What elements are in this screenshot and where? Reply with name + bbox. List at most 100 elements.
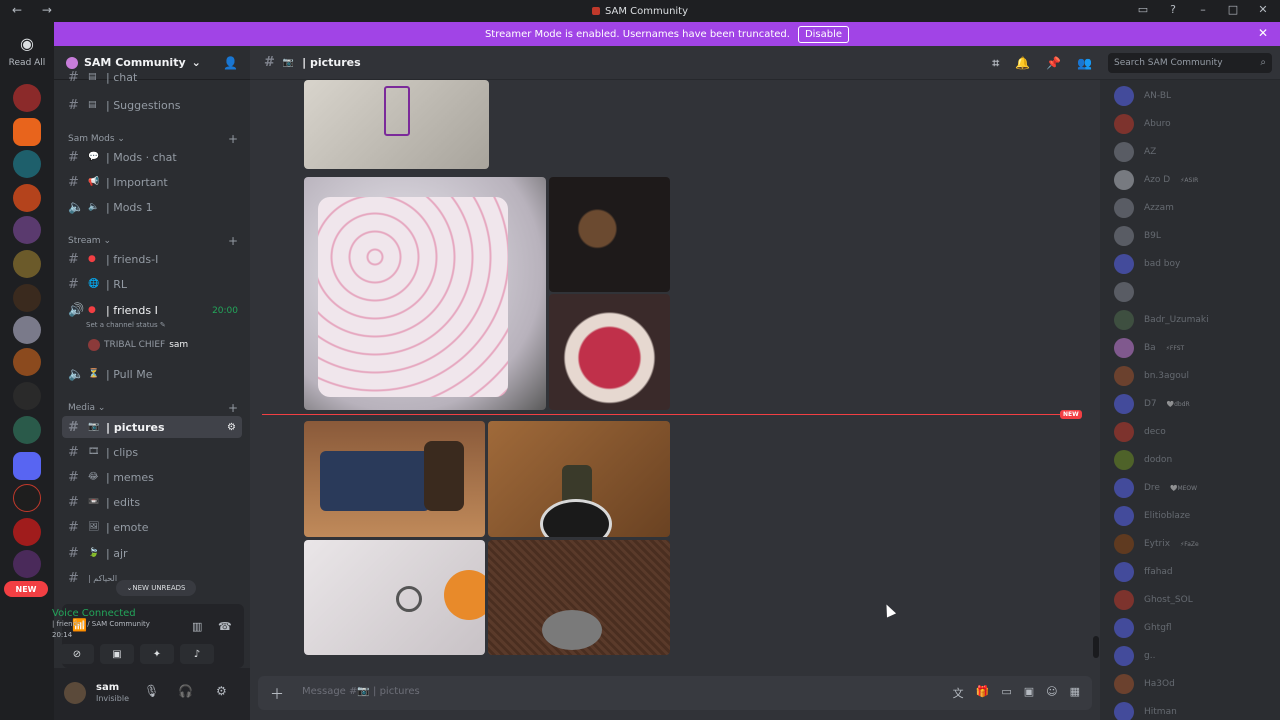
sticker-icon[interactable]: ▣ xyxy=(1024,685,1034,701)
member-row[interactable]: Azzam xyxy=(1114,196,1174,220)
microphone-icon[interactable]: 🎙 xyxy=(144,684,159,698)
soundboard-button[interactable]: ♪ xyxy=(180,644,214,664)
new-unreads-button[interactable]: ⌄ NEW UNREADS xyxy=(116,580,196,596)
gift-icon[interactable]: 🎁 xyxy=(976,685,990,701)
channel-memes[interactable]: # 😂 | memes xyxy=(62,466,242,488)
server-icon[interactable] xyxy=(13,284,41,312)
member-row[interactable]: Ghtgfl xyxy=(1114,616,1172,640)
inbox-icon[interactable]: ▭ xyxy=(1136,3,1150,16)
member-row[interactable]: Badr_Uzumaki xyxy=(1114,308,1209,332)
new-badge[interactable]: NEW xyxy=(4,581,48,597)
channel-ajr[interactable]: # 🍃 | ajr xyxy=(62,542,242,564)
member-row[interactable]: AZ xyxy=(1114,140,1156,164)
message-input[interactable]: ＋ Message #📷 | pictures 文 🎁 ▭ ▣ ☺ ▦ xyxy=(258,676,1092,710)
avatar[interactable] xyxy=(1114,86,1134,106)
avatar[interactable] xyxy=(1114,674,1134,694)
image-attachment-carpet[interactable] xyxy=(488,540,670,655)
avatar[interactable] xyxy=(1114,114,1134,134)
member-row[interactable]: Aburo xyxy=(1114,112,1171,136)
username[interactable]: sam xyxy=(96,682,119,693)
server-icon[interactable] xyxy=(13,382,41,410)
member-row[interactable] xyxy=(1114,280,1144,304)
bell-icon[interactable]: 🔔 xyxy=(1015,56,1030,71)
image-attachment-phone-case[interactable] xyxy=(304,177,546,410)
image-attachment-coffee[interactable] xyxy=(549,177,670,292)
server-icon[interactable] xyxy=(13,118,41,146)
help-icon[interactable]: ? xyxy=(1166,3,1180,16)
screen-share-button[interactable]: ▣ xyxy=(100,644,134,664)
avatar[interactable] xyxy=(1114,198,1134,218)
nav-arrows[interactable]: ← → xyxy=(12,3,60,17)
member-row[interactable]: bad boy xyxy=(1114,252,1180,276)
add-channel-icon[interactable]: + xyxy=(228,234,238,248)
camera-off-button[interactable]: ⊘ xyxy=(60,644,94,664)
search-input[interactable]: Search SAM Community ⌕ xyxy=(1108,53,1272,73)
translate-icon[interactable]: 文 xyxy=(953,685,964,701)
channel-rl[interactable]: # 🌐 | RL xyxy=(62,273,242,295)
member-row[interactable]: Eytrix ⚡FaZe xyxy=(1114,532,1199,556)
avatar[interactable] xyxy=(1114,310,1134,330)
gif-icon[interactable]: ▭ xyxy=(1001,685,1011,701)
apps-icon[interactable]: ▦ xyxy=(1070,685,1080,701)
server-icon[interactable] xyxy=(13,150,41,178)
set-channel-status[interactable]: Set a channel status ✎ xyxy=(86,321,166,329)
channel-mods1[interactable]: 🔈 🔈 | Mods 1 xyxy=(62,196,242,218)
close-window-icon[interactable]: ✕ xyxy=(1256,3,1270,16)
server-icon[interactable] xyxy=(13,550,41,578)
server-icon[interactable] xyxy=(13,416,41,444)
avatar[interactable] xyxy=(1114,618,1134,638)
category-sam-mods[interactable]: Sam Mods ⌄ + xyxy=(68,132,238,146)
channel-chat[interactable]: # ▤ | chat xyxy=(62,70,242,85)
avatar[interactable] xyxy=(1114,142,1134,162)
settings-gear-icon[interactable]: ⚙ xyxy=(227,422,236,433)
folder-icon[interactable] xyxy=(13,452,41,480)
member-row[interactable]: deco xyxy=(1114,420,1166,444)
close-icon[interactable]: ✕ xyxy=(1258,26,1268,40)
member-row[interactable]: bn.3agoul xyxy=(1114,364,1189,388)
server-icon[interactable] xyxy=(13,184,41,212)
server-icon[interactable] xyxy=(13,518,41,546)
channel-important[interactable]: # 📢 | Important xyxy=(62,171,242,193)
member-row[interactable]: dodon xyxy=(1114,448,1172,472)
members-icon[interactable]: 👥 xyxy=(1077,56,1092,71)
disable-button[interactable]: Disable xyxy=(797,25,850,43)
add-attachment-icon[interactable]: ＋ xyxy=(270,684,284,704)
avatar[interactable] xyxy=(1114,394,1134,414)
add-channel-icon[interactable]: + xyxy=(228,132,238,146)
category-media[interactable]: Media ⌄ + xyxy=(68,401,238,415)
image-attachment-notebook[interactable] xyxy=(304,80,489,169)
avatar[interactable] xyxy=(1114,254,1134,274)
member-row[interactable]: Dre 🤍MEOW xyxy=(1114,476,1197,500)
image-attachment-keyring[interactable] xyxy=(304,540,485,655)
avatar[interactable] xyxy=(1114,338,1134,358)
member-row[interactable]: ffahad xyxy=(1114,560,1173,584)
channel-friends-i[interactable]: # ● | friends-I xyxy=(62,248,242,270)
headphones-icon[interactable]: 🎧 xyxy=(178,684,193,698)
member-row[interactable]: Hitman xyxy=(1114,700,1177,720)
member-row[interactable]: Ha3Od xyxy=(1114,672,1175,696)
member-row[interactable]: D7 🤍dbdR xyxy=(1114,392,1190,416)
activities-button[interactable]: ✦ xyxy=(140,644,174,664)
discord-home-icon[interactable]: ◉ xyxy=(12,28,42,58)
threads-icon[interactable]: ⌗ xyxy=(992,56,999,71)
avatar[interactable] xyxy=(1114,702,1134,720)
scrollbar[interactable] xyxy=(1093,636,1099,658)
avatar[interactable] xyxy=(1114,450,1134,470)
channel-suggestions[interactable]: # ▤ | Suggestions xyxy=(62,94,242,116)
category-stream[interactable]: Stream ⌄ + xyxy=(68,234,238,248)
member-row[interactable]: AN-BL xyxy=(1114,84,1171,108)
server-icon[interactable] xyxy=(13,316,41,344)
channel-edits[interactable]: # 📼 | edits xyxy=(62,491,242,513)
avatar[interactable] xyxy=(1114,478,1134,498)
channel-clips[interactable]: # 🎞 | clips xyxy=(62,441,242,463)
channel-emote[interactable]: # 🖼 | emote xyxy=(62,516,242,538)
member-row[interactable]: Ghost_SOL xyxy=(1114,588,1193,612)
pin-icon[interactable]: 📌 xyxy=(1046,56,1061,71)
add-channel-icon[interactable]: + xyxy=(228,401,238,415)
channel-pictures[interactable]: # 📷 | pictures ⚙ xyxy=(62,416,242,438)
server-icon[interactable] xyxy=(13,216,41,244)
disconnect-icon[interactable]: ☎ xyxy=(218,620,232,633)
avatar[interactable] xyxy=(1114,366,1134,386)
member-row[interactable]: Elitioblaze xyxy=(1114,504,1190,528)
server-icon[interactable] xyxy=(13,348,41,376)
